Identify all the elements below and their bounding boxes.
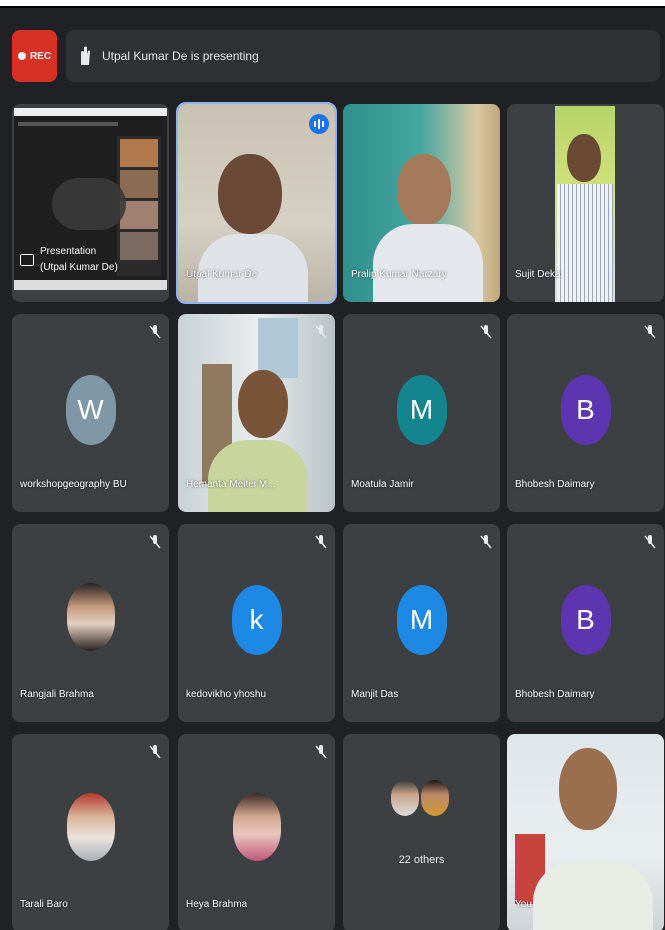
avatar: M	[396, 375, 447, 445]
mic-off-icon	[149, 745, 161, 759]
record-dot-icon	[17, 52, 26, 60]
mic-off-icon	[480, 535, 492, 549]
participant-body	[533, 862, 653, 930]
tile-name: Heya Brahma	[186, 899, 248, 910]
profile-photo	[232, 793, 281, 861]
tile-others[interactable]: 22 others	[343, 734, 500, 930]
participant-face	[218, 154, 282, 234]
tile-name: You	[515, 899, 532, 910]
others-avatar-2	[421, 780, 449, 816]
meeting-window: REC Utpal Kumar De is presenting Present…	[0, 6, 665, 930]
mic-off-icon	[644, 535, 656, 549]
avatar: M	[396, 585, 447, 655]
tile-bhobesh-1[interactable]: B Bhobesh Daimary	[507, 314, 664, 512]
tile-name: Manjit Das	[351, 689, 399, 700]
tile-heya[interactable]: Heya Brahma	[178, 734, 335, 930]
tile-name: Utpal Kumar De	[186, 269, 258, 280]
tile-kedovikho[interactable]: k kedovikho yhoshu	[178, 524, 335, 722]
mic-off-icon	[315, 745, 327, 759]
mic-off-icon	[149, 535, 161, 549]
profile-photo	[66, 583, 115, 651]
tile-sujit[interactable]: Sujit Deka	[507, 104, 664, 302]
avatar: B	[560, 585, 611, 655]
mic-off-icon	[315, 325, 327, 339]
participant-face	[567, 134, 601, 182]
participant-body	[557, 184, 613, 302]
presenting-text: Utpal Kumar De is presenting	[102, 49, 259, 63]
tile-hemanta[interactable]: Hemanta Meitei M...	[178, 314, 335, 512]
window	[258, 318, 298, 378]
tile-utpal[interactable]: Utpal Kumar De	[176, 102, 337, 304]
tile-tarali[interactable]: Tarali Baro	[12, 734, 169, 930]
presentation-icon	[20, 254, 34, 266]
participant-body	[208, 440, 308, 512]
profile-photo	[66, 793, 115, 861]
tile-presentation[interactable]: Presentation (Utpal Kumar De)	[12, 104, 169, 302]
avatar: k	[231, 585, 282, 655]
recording-label: REC	[29, 50, 52, 62]
tile-name: Bhobesh Daimary	[515, 479, 595, 490]
avatar: W	[65, 375, 116, 445]
tile-name: Presentation (Utpal Kumar De)	[40, 246, 118, 273]
raised-hand-icon	[81, 46, 90, 65]
tile-name: workshopgeography BU	[20, 479, 127, 490]
tile-name: Pralip Kumar Narzary	[351, 269, 447, 280]
presenting-banner: Utpal Kumar De is presenting	[66, 30, 660, 82]
mic-off-icon	[644, 325, 656, 339]
tile-you[interactable]: You	[507, 734, 664, 930]
tile-name: Tarali Baro	[20, 899, 68, 910]
tile-workshop[interactable]: W workshopgeography BU	[12, 314, 169, 512]
others-avatar-1	[391, 780, 419, 816]
avatar: B	[560, 375, 611, 445]
mic-off-icon	[149, 325, 161, 339]
speaking-indicator-icon	[309, 114, 329, 134]
tile-pralip[interactable]: Pralip Kumar Narzary	[343, 104, 500, 302]
participant-face	[397, 154, 451, 226]
participant-face	[559, 748, 617, 830]
tile-name: kedovikho yhoshu	[186, 689, 267, 700]
participant-body	[198, 234, 308, 302]
participant-face	[238, 370, 288, 438]
tile-manjit[interactable]: M Manjit Das	[343, 524, 500, 722]
tile-name: Hemanta Meitei M...	[186, 479, 276, 490]
others-count: 22 others	[398, 854, 445, 866]
tile-name: Sujit Deka	[515, 269, 561, 280]
tile-bhobesh-2[interactable]: B Bhobesh Daimary	[507, 524, 664, 722]
tile-rangjali[interactable]: Rangjali Brahma	[12, 524, 169, 722]
tile-name: Bhobesh Daimary	[515, 689, 595, 700]
top-bar: REC Utpal Kumar De is presenting	[0, 8, 665, 98]
tile-moatula[interactable]: M Moatula Jamir	[343, 314, 500, 512]
mic-off-icon	[315, 535, 327, 549]
participant-body	[373, 224, 483, 302]
mic-off-icon	[480, 325, 492, 339]
tile-name: Moatula Jamir	[351, 479, 414, 490]
recording-indicator[interactable]: REC	[12, 30, 57, 82]
tile-name: Rangjali Brahma	[20, 689, 94, 700]
